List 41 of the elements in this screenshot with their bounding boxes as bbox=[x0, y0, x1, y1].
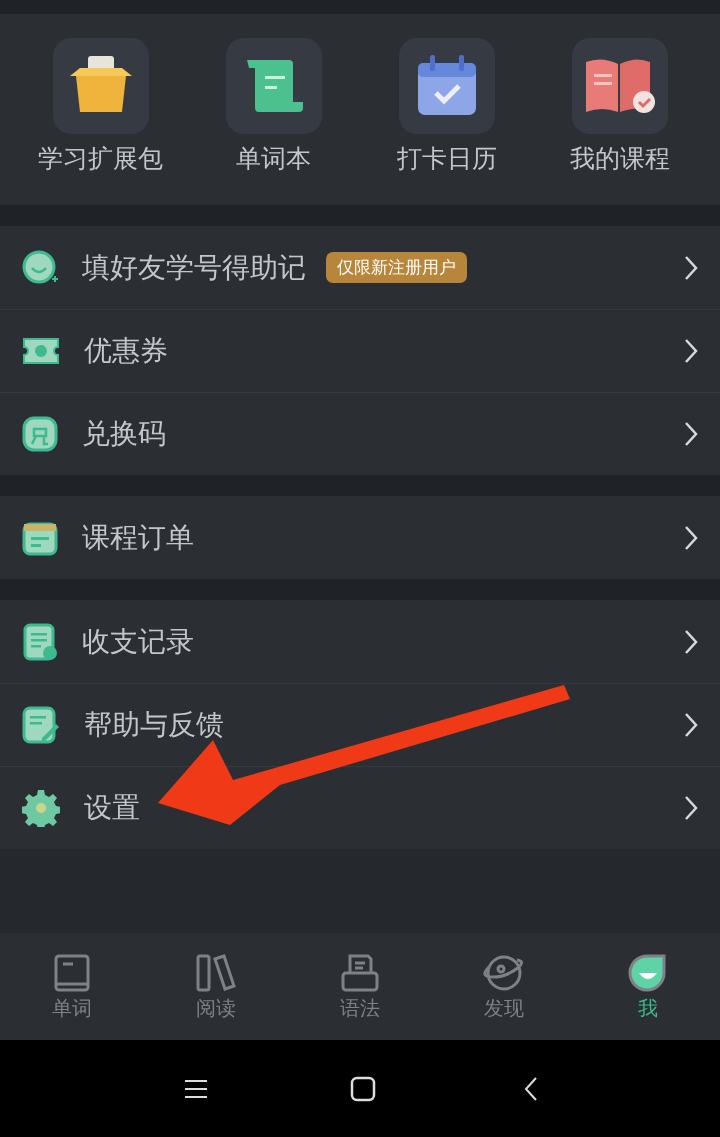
book-icon bbox=[583, 56, 656, 116]
menu-label: 帮助与反馈 bbox=[84, 707, 224, 743]
menu-label: 兑换码 bbox=[82, 416, 166, 452]
note-pen-icon bbox=[22, 706, 60, 744]
book-icon bbox=[53, 952, 91, 993]
chevron-right-icon bbox=[684, 712, 698, 738]
ticket-icon bbox=[22, 336, 60, 366]
tab[interactable]: 发现 bbox=[432, 933, 576, 1040]
menu-item[interactable]: 填好友学号得助记 仅限新注册用户 bbox=[0, 226, 720, 309]
promo-badge: 仅限新注册用户 bbox=[326, 251, 467, 284]
menu-icon[interactable] bbox=[184, 1078, 208, 1099]
chevron-right-icon bbox=[684, 628, 698, 655]
chevron-right-icon bbox=[684, 421, 698, 447]
smiley-icon bbox=[22, 249, 58, 286]
menu-label: 课程订单 bbox=[82, 519, 194, 556]
menu-item[interactable]: 优惠券 bbox=[0, 309, 720, 392]
chevron-right-icon bbox=[684, 795, 698, 821]
menu-item[interactable]: 课程订单 bbox=[0, 496, 720, 579]
home-icon[interactable] bbox=[350, 1075, 376, 1102]
books-icon bbox=[195, 952, 237, 993]
menu-label: 设置 bbox=[84, 790, 140, 826]
shortcut-label[interactable]: 我的课程 bbox=[569, 142, 670, 176]
menu-label: 优惠券 bbox=[84, 333, 168, 369]
tab[interactable]: 阅读 bbox=[144, 933, 288, 1040]
settings-icon bbox=[22, 789, 60, 827]
exchange-icon bbox=[22, 416, 58, 452]
receipt-icon bbox=[22, 622, 58, 661]
document-tray-icon bbox=[340, 952, 380, 993]
chevron-right-icon bbox=[684, 338, 698, 364]
menu-item[interactable]: 收支记录 bbox=[0, 600, 720, 683]
shortcut-label[interactable]: 打卡日历 bbox=[396, 142, 497, 176]
menu-label: 收支记录 bbox=[82, 623, 194, 660]
shortcut-label[interactable]: 单词本 bbox=[236, 142, 311, 176]
menu-label: 填好友学号得助记 bbox=[82, 249, 306, 286]
back-icon[interactable] bbox=[524, 1075, 538, 1102]
menu-item[interactable]: 兑换码 bbox=[0, 392, 720, 475]
smiley-icon bbox=[628, 952, 668, 993]
chevron-right-icon bbox=[684, 524, 698, 551]
tab[interactable]: 我 bbox=[576, 933, 720, 1040]
chevron-right-icon bbox=[684, 254, 698, 281]
shortcut-label[interactable]: 学习扩展包 bbox=[38, 142, 163, 176]
